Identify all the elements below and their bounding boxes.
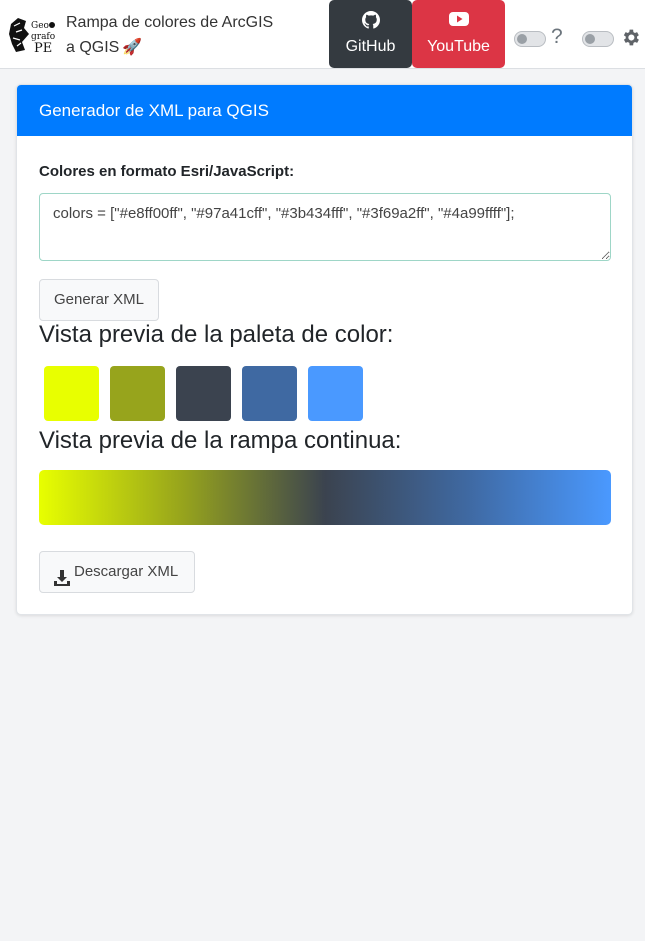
toggle-knob <box>585 34 595 44</box>
colors-field-label: Colores en formato Esri/JavaScript: <box>39 163 295 180</box>
generate-xml-button[interactable]: Generar XML <box>39 279 159 321</box>
color-ramp-preview <box>39 470 611 525</box>
logo-icon: Geo grafo PE <box>9 18 55 56</box>
youtube-button[interactable]: YouTube <box>412 0 505 68</box>
help-icon[interactable]: ? <box>551 24 563 50</box>
ramp-preview-title: Vista previa de la rampa continua: <box>39 427 402 454</box>
top-navbar: Geo grafo PE Rampa de colores de ArcGIS … <box>0 0 645 69</box>
github-label: GitHub <box>345 38 396 55</box>
download-xml-button[interactable]: Descargar XML <box>39 551 195 593</box>
palette-preview-title: Vista previa de la paleta de color: <box>39 321 394 348</box>
youtube-icon <box>412 11 505 29</box>
app-title-line2: a QGIS <box>66 39 120 56</box>
colors-input[interactable] <box>39 193 611 261</box>
geografo-logo[interactable]: Geo grafo PE <box>8 16 58 56</box>
color-swatch-3 <box>176 366 231 421</box>
toggle-switch-1[interactable] <box>514 31 546 47</box>
svg-text:Geo: Geo <box>31 21 49 31</box>
github-icon <box>329 11 412 29</box>
color-swatch-2 <box>110 366 165 421</box>
card-header: Generador de XML para QGIS <box>17 85 632 136</box>
toggle-switch-2[interactable] <box>582 31 614 47</box>
color-swatch-5 <box>308 366 363 421</box>
app-title: Rampa de colores de ArcGIS a QGIS 🚀 <box>66 10 306 60</box>
rocket-icon: 🚀 <box>122 39 143 56</box>
color-swatch-4 <box>242 366 297 421</box>
app-title-line1: Rampa de colores de ArcGIS <box>66 14 274 31</box>
download-icon <box>53 563 71 586</box>
gear-icon[interactable] <box>620 27 641 48</box>
xml-generator-card: Generador de XML para QGIS Colores en fo… <box>16 84 633 615</box>
toggle-knob <box>517 34 527 44</box>
youtube-label: YouTube <box>427 38 490 55</box>
color-swatch-1 <box>44 366 99 421</box>
download-label: Descargar XML <box>74 563 179 580</box>
svg-text:PE: PE <box>34 41 52 54</box>
github-button[interactable]: GitHub <box>329 0 412 68</box>
